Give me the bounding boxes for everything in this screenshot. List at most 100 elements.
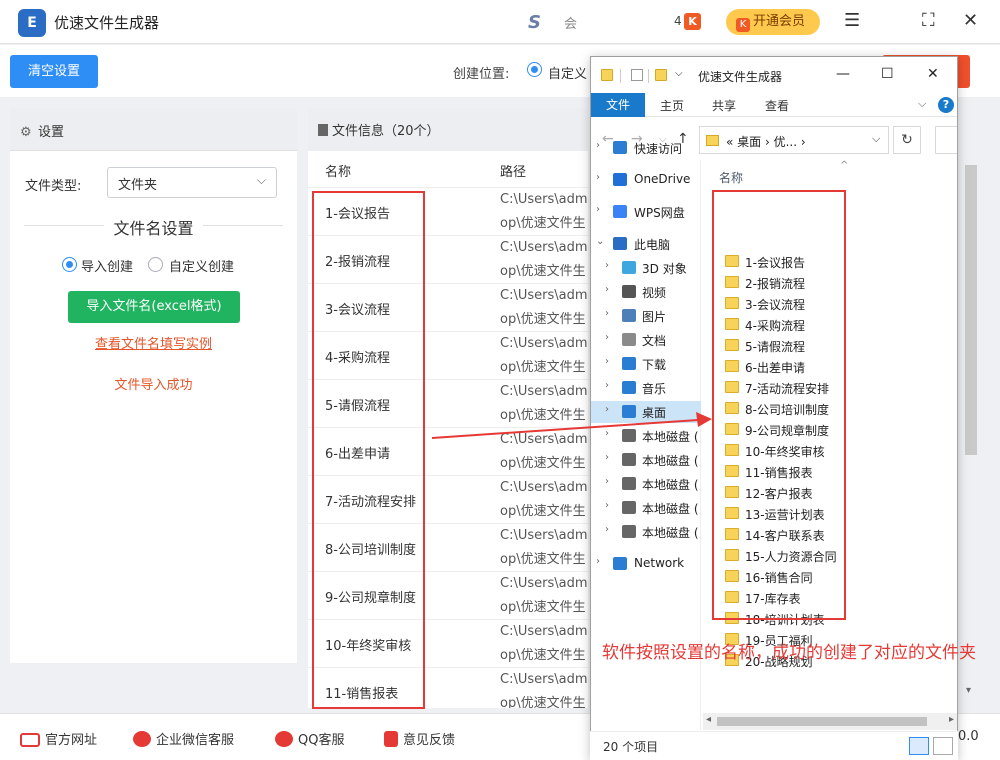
- sidebar-item[interactable]: › 本地磁盘 (: [591, 521, 701, 543]
- tab-file[interactable]: 文件: [591, 93, 645, 117]
- sort-ascending-icon: ^: [840, 160, 849, 171]
- row-file-path: C:\Users\admi: [500, 432, 588, 447]
- highlight-box-names: [312, 191, 425, 709]
- new-folder-icon[interactable]: [655, 69, 667, 81]
- sidebar-item[interactable]: › Network: [591, 553, 701, 575]
- scroll-right-icon[interactable]: ▸: [949, 714, 954, 725]
- sidebar-item[interactable]: › WPS网盘: [591, 201, 701, 223]
- expand-icon[interactable]: ›: [605, 380, 609, 391]
- row-file-path: op\优速文件生: [500, 504, 586, 519]
- sidebar-item[interactable]: › 文档: [591, 329, 701, 351]
- sidebar-item-label: OneDrive: [634, 172, 691, 186]
- column-name-header[interactable]: 名称: [719, 169, 743, 186]
- file-type-select[interactable]: 文件夹 ⌵: [107, 167, 277, 198]
- sidebar-item[interactable]: ⌄ 此电脑: [591, 233, 701, 255]
- ribbon-expand-icon[interactable]: ⌵: [918, 97, 926, 111]
- custom-create-radio[interactable]: [148, 257, 163, 272]
- website-label: 官方网址: [45, 733, 98, 748]
- sidebar-item-label: 视频: [642, 286, 667, 300]
- help-icon[interactable]: ?: [938, 97, 954, 113]
- close-icon[interactable]: ✕: [927, 66, 939, 82]
- scrollbar-thumb[interactable]: [965, 165, 977, 455]
- expand-icon[interactable]: ›: [605, 332, 609, 343]
- row-file-path: C:\Users\admi: [500, 672, 588, 687]
- address-bar[interactable]: « 桌面 › 优... › ⌵: [699, 126, 889, 154]
- import-filenames-button[interactable]: 导入文件名(excel格式): [68, 291, 240, 323]
- view-example-link[interactable]: 查看文件名填写实例: [10, 333, 297, 352]
- sidebar-item[interactable]: › 快速访问: [591, 137, 701, 159]
- sidebar-item[interactable]: › 图片: [591, 305, 701, 327]
- expand-icon[interactable]: ›: [605, 284, 609, 295]
- refresh-icon[interactable]: ↻: [893, 126, 921, 154]
- expand-icon[interactable]: ›: [605, 404, 609, 415]
- location-icon: [622, 525, 636, 538]
- scrollbar-thumb[interactable]: [717, 717, 927, 726]
- sidebar-item[interactable]: › 本地磁盘 (: [591, 473, 701, 495]
- import-create-radio[interactable]: [62, 257, 77, 272]
- expand-icon[interactable]: ›: [596, 172, 600, 183]
- scroll-down-icon[interactable]: ▾: [966, 685, 971, 696]
- row-file-path: C:\Users\admi: [500, 480, 588, 495]
- sidebar-item[interactable]: › 3D 对象: [591, 257, 701, 279]
- tab-view[interactable]: 查看: [765, 97, 789, 114]
- tab-home[interactable]: 主页: [660, 97, 684, 114]
- sidebar-item[interactable]: › OneDrive: [591, 169, 701, 191]
- search-input[interactable]: [935, 126, 957, 154]
- expand-icon[interactable]: ›: [605, 524, 609, 535]
- expand-icon[interactable]: ›: [605, 476, 609, 487]
- document-icon: [318, 124, 328, 136]
- row-file-path: C:\Users\admi: [500, 336, 588, 351]
- menu-icon[interactable]: ☰: [844, 10, 860, 31]
- maximize-icon[interactable]: ⛶: [922, 10, 935, 31]
- minimize-icon[interactable]: —: [836, 66, 850, 82]
- sidebar-item-label: 本地磁盘 (: [642, 478, 699, 492]
- ribbon-tabs: 文件 主页 共享 查看 ⌵ ?: [591, 93, 957, 117]
- large-icons-view-icon[interactable]: [933, 737, 953, 755]
- sidebar-item[interactable]: › 视频: [591, 281, 701, 303]
- maximize-icon[interactable]: ☐: [881, 66, 894, 82]
- quick-access-dropdown-icon[interactable]: ⌵: [675, 68, 683, 79]
- settings-header: ⚙ 设置: [10, 108, 297, 151]
- sidebar-item[interactable]: › 音乐: [591, 377, 701, 399]
- expand-icon[interactable]: ›: [596, 204, 600, 215]
- close-icon[interactable]: ✕: [963, 10, 978, 31]
- expand-icon[interactable]: ›: [605, 428, 609, 439]
- chevron-down-icon[interactable]: ⌵: [872, 132, 880, 146]
- main-scrollbar[interactable]: ▾: [963, 165, 979, 696]
- location-icon: [622, 309, 636, 322]
- website-link[interactable]: 官方网址: [20, 729, 97, 748]
- details-view-icon[interactable]: [909, 737, 929, 755]
- expand-icon[interactable]: ›: [605, 452, 609, 463]
- horizontal-scrollbar[interactable]: ◂ ▸: [703, 713, 957, 730]
- file-info-header: 文件信息（20个）: [308, 108, 588, 151]
- sidebar-item[interactable]: › 下载: [591, 353, 701, 375]
- location-custom-radio[interactable]: [527, 62, 542, 77]
- expand-icon[interactable]: ›: [596, 140, 600, 151]
- scroll-left-icon[interactable]: ◂: [706, 714, 711, 725]
- expand-icon[interactable]: ›: [605, 356, 609, 367]
- sidebar-item[interactable]: › 本地磁盘 (: [591, 425, 701, 447]
- expand-icon[interactable]: ›: [605, 308, 609, 319]
- expand-icon[interactable]: ⌄: [596, 236, 604, 247]
- vip-button[interactable]: K 开通会员: [726, 9, 820, 35]
- sidebar-item-label: 此电脑: [634, 238, 671, 252]
- sidebar-item[interactable]: › 桌面: [591, 401, 701, 423]
- wechat-service-link[interactable]: 企业微信客服: [133, 729, 234, 748]
- expand-icon[interactable]: ›: [605, 500, 609, 511]
- expand-icon[interactable]: ›: [605, 260, 609, 271]
- notification-icon[interactable]: K: [684, 13, 701, 30]
- notification-count: 4: [674, 14, 682, 28]
- location-icon: [622, 381, 636, 394]
- properties-icon[interactable]: [631, 69, 643, 81]
- row-file-path: C:\Users\admi: [500, 384, 588, 399]
- sidebar-item[interactable]: › 本地磁盘 (: [591, 497, 701, 519]
- tab-share[interactable]: 共享: [712, 97, 736, 114]
- sidebar-item[interactable]: › 本地磁盘 (: [591, 449, 701, 471]
- qq-service-link[interactable]: QQ客服: [275, 729, 344, 748]
- location-icon: [622, 501, 636, 514]
- feedback-link[interactable]: 意见反馈: [384, 729, 455, 748]
- explorer-status-bar: 20 个项目: [590, 731, 958, 760]
- clear-settings-button[interactable]: 清空设置: [10, 55, 98, 88]
- expand-icon[interactable]: ›: [596, 556, 600, 567]
- sidebar-item-label: 本地磁盘 (: [642, 502, 699, 516]
